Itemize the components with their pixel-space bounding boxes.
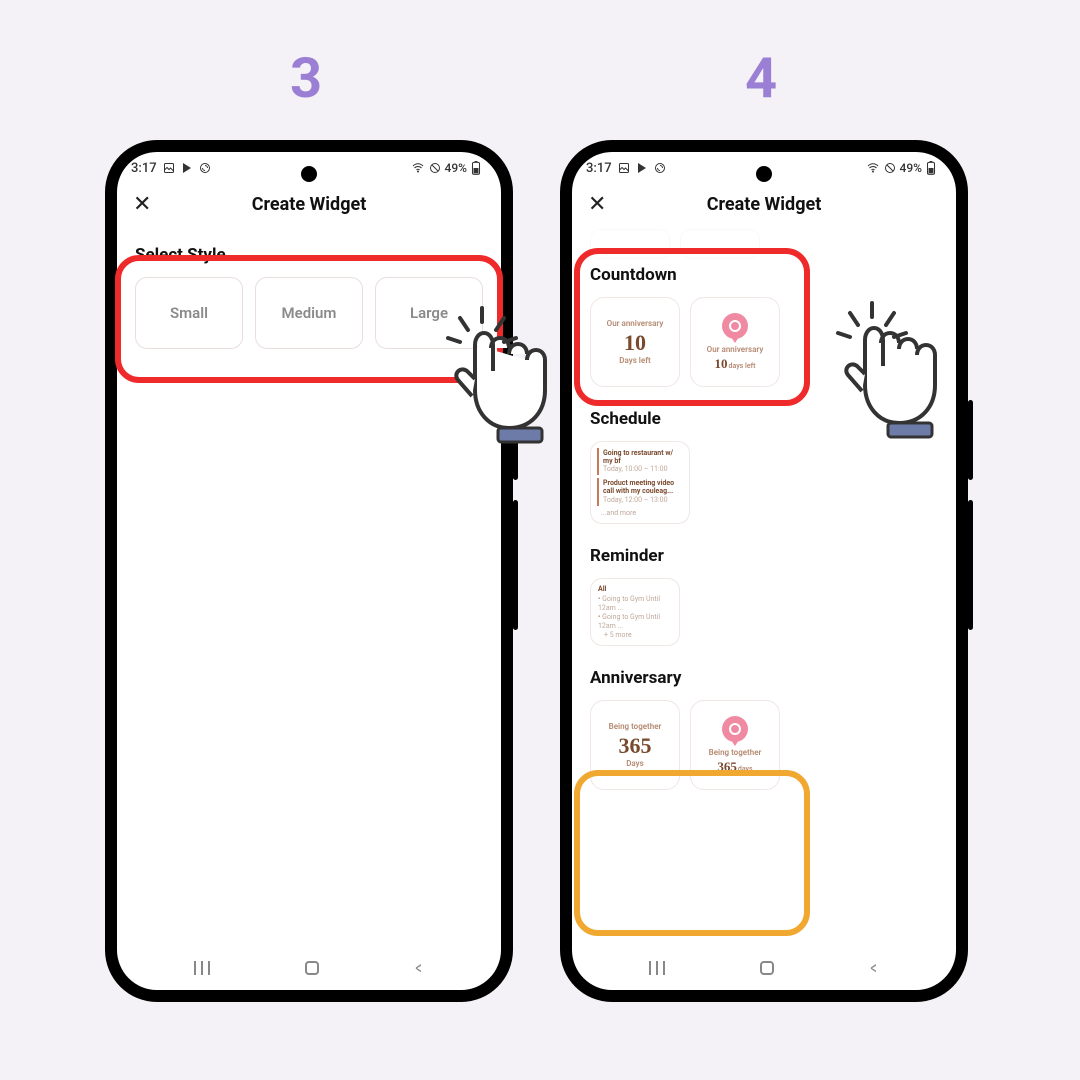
close-button[interactable]: ✕	[588, 192, 606, 217]
reminder-heading: Reminder	[590, 546, 938, 566]
phone-screen: 3:17 49% ✕ Create Widget Countdown	[572, 152, 956, 990]
widget-number: 10	[624, 330, 646, 356]
widget-title: Our anniversary	[607, 319, 664, 328]
style-small[interactable]: Small	[135, 277, 243, 349]
nav-back[interactable]: <	[871, 958, 877, 979]
schedule-more: ...and more	[597, 509, 683, 517]
front-camera	[301, 166, 317, 182]
close-button[interactable]: ✕	[133, 192, 151, 217]
step-number-3: 3	[290, 45, 322, 111]
countdown-widget-2[interactable]: Our anniversary 10 days left	[690, 297, 780, 387]
select-style-heading: Select Style	[135, 245, 483, 265]
anniversary-heading: Anniversary	[590, 668, 938, 688]
phone-frame: 3:17 49% ✕ Create Widget Countdown	[560, 140, 968, 1002]
header-title: Create Widget	[588, 194, 940, 215]
widget-unit: Days	[626, 759, 644, 768]
widget-title: Being together	[609, 722, 662, 731]
reminder-widget[interactable]: All Going to Gym Until 12am ... Going to…	[590, 578, 680, 646]
nav-home[interactable]	[760, 961, 774, 975]
reminder-title: All	[598, 585, 672, 593]
nav-home[interactable]	[305, 961, 319, 975]
schedule-item-time: Today, 10:00 – 11:00	[603, 465, 679, 473]
battery-text: 49%	[445, 161, 467, 175]
step-number-4: 4	[745, 45, 777, 111]
play-store-icon	[181, 162, 193, 174]
schedule-heading: Schedule	[590, 409, 938, 429]
style-large[interactable]: Large	[375, 277, 483, 349]
status-time: 3:17	[586, 161, 612, 176]
battery-text: 49%	[900, 161, 922, 175]
play-store-icon	[636, 162, 648, 174]
sync-icon	[654, 162, 666, 174]
rosette-icon	[722, 716, 748, 742]
battery-icon	[926, 161, 936, 175]
schedule-item-title: Going to restaurant w/ my bf	[603, 450, 679, 465]
do-not-disturb-icon	[884, 162, 896, 174]
volume-button	[968, 500, 973, 630]
schedule-widget[interactable]: Going to restaurant w/ my bf Today, 10:0…	[590, 441, 690, 524]
wifi-icon	[866, 162, 880, 174]
widget-number: 365	[717, 759, 737, 775]
do-not-disturb-icon	[429, 162, 441, 174]
power-button	[513, 400, 518, 480]
android-nav-bar: <	[572, 946, 956, 990]
nav-recents[interactable]	[194, 961, 210, 975]
rosette-icon	[722, 313, 748, 339]
widget-number: 365	[619, 733, 652, 759]
widget-title: Our anniversary	[707, 345, 764, 354]
volume-button	[513, 500, 518, 630]
sync-icon	[199, 162, 211, 174]
widget-number: 10	[715, 356, 728, 372]
nav-back[interactable]: <	[416, 958, 422, 979]
style-options: Small Medium Large	[135, 277, 483, 349]
reminder-item: Going to Gym Until 12am ...	[598, 613, 672, 631]
reminder-item: Going to Gym Until 12am ...	[598, 595, 672, 613]
header: ✕ Create Widget	[117, 184, 501, 229]
power-button	[968, 400, 973, 480]
android-nav-bar: <	[117, 946, 501, 990]
reminder-more: + 5 more	[598, 631, 672, 639]
widget-unit: days	[738, 765, 753, 773]
status-time: 3:17	[131, 161, 157, 176]
countdown-heading: Countdown	[590, 265, 938, 285]
gallery-icon	[163, 162, 175, 174]
gallery-icon	[618, 162, 630, 174]
front-camera	[756, 166, 772, 182]
wifi-icon	[411, 162, 425, 174]
schedule-item-title: Product meeting video call with my coule…	[603, 480, 679, 495]
anniversary-widget-2[interactable]: Being together 365 days	[690, 700, 780, 790]
header: ✕ Create Widget	[572, 184, 956, 229]
anniversary-widget-1[interactable]: Being together 365 Days	[590, 700, 680, 790]
nav-recents[interactable]	[649, 961, 665, 975]
header-title: Create Widget	[133, 194, 485, 215]
widget-unit: Days left	[619, 356, 650, 365]
widget-unit: days left	[729, 362, 756, 370]
countdown-widget-1[interactable]: Our anniversary 10 Days left	[590, 297, 680, 387]
battery-icon	[471, 161, 481, 175]
schedule-item-time: Today, 12:00 – 13:00	[603, 496, 679, 504]
style-medium[interactable]: Medium	[255, 277, 363, 349]
prev-section-peek	[590, 229, 938, 259]
phone-screen: 3:17 49% ✕ Create Widget Select Style Sm…	[117, 152, 501, 990]
widget-title: Being together	[709, 748, 762, 757]
phone-frame: 3:17 49% ✕ Create Widget Select Style Sm…	[105, 140, 513, 1002]
